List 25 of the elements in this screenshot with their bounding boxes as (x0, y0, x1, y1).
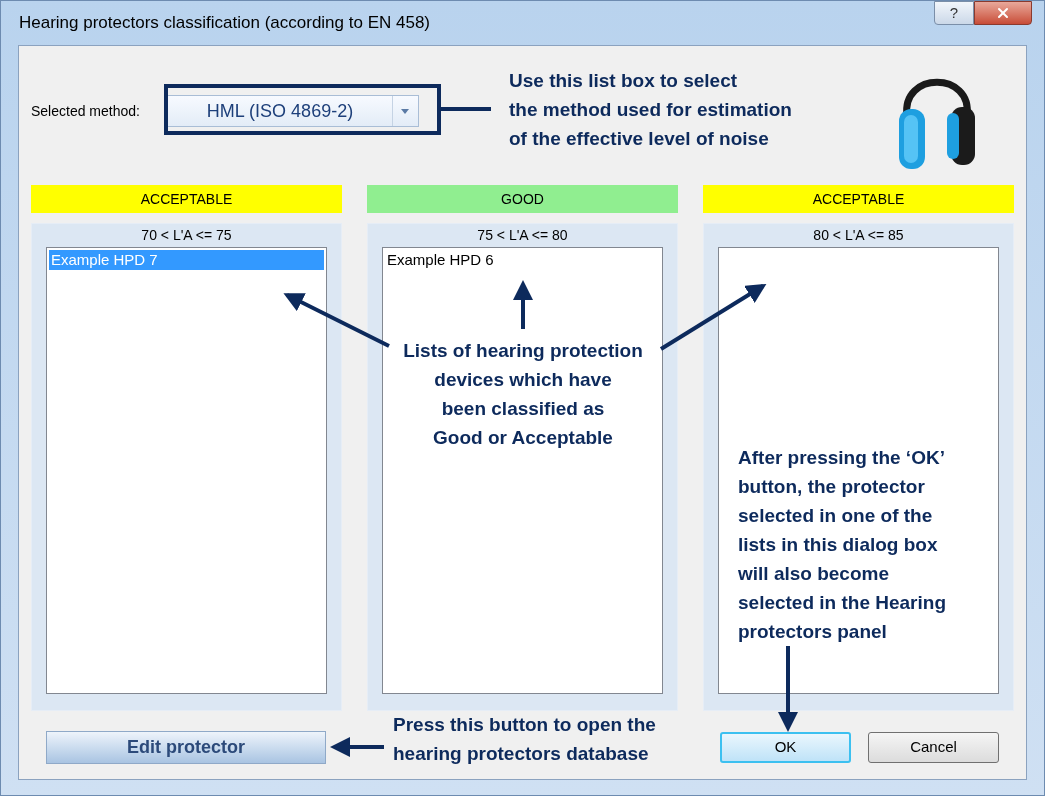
close-icon (995, 5, 1011, 21)
method-dropdown[interactable]: HML (ISO 4869-2) (166, 95, 419, 127)
range-label: 75 < L'A <= 80 (477, 226, 568, 245)
protector-list[interactable] (718, 247, 999, 694)
dialog-button[interactable]: Cancel (868, 732, 999, 763)
help-button[interactable]: ? (934, 1, 974, 25)
range-label: 70 < L'A <= 75 (141, 226, 232, 245)
arrow (513, 280, 533, 329)
rating-header: ACCEPTABLE (31, 185, 342, 213)
rating-header: GOOD (367, 185, 678, 213)
callout-text: Use this list box to select the method used for estimation of the effective level of noise (509, 69, 792, 151)
dialog-button[interactable]: OK (720, 732, 851, 763)
callout-text: After pressing the ‘OK’ button, the protector selected in one of the lists in this dialog box will also become selected in the Hearing protectors panel (738, 446, 946, 644)
rating-header: ACCEPTABLE (703, 185, 1014, 213)
method-label: Selected method: (31, 101, 140, 121)
range-label: 80 < L'A <= 85 (813, 226, 904, 245)
edit-protector-button[interactable]: Edit protector (46, 731, 326, 764)
protector-list-item[interactable]: Example HPD 6 (385, 250, 660, 270)
window-title: Hearing protectors classification (according to EN 458) (19, 12, 431, 35)
arrow (330, 737, 384, 757)
leader-line (441, 107, 491, 111)
dropdown-caret-icon (401, 108, 410, 114)
close-button[interactable] (974, 1, 1032, 25)
callout-text: Lists of hearing protection devices which have been classified as Good or Acceptable (402, 339, 644, 450)
callout-text: Press this button to open the hearing protectors database (393, 713, 656, 766)
